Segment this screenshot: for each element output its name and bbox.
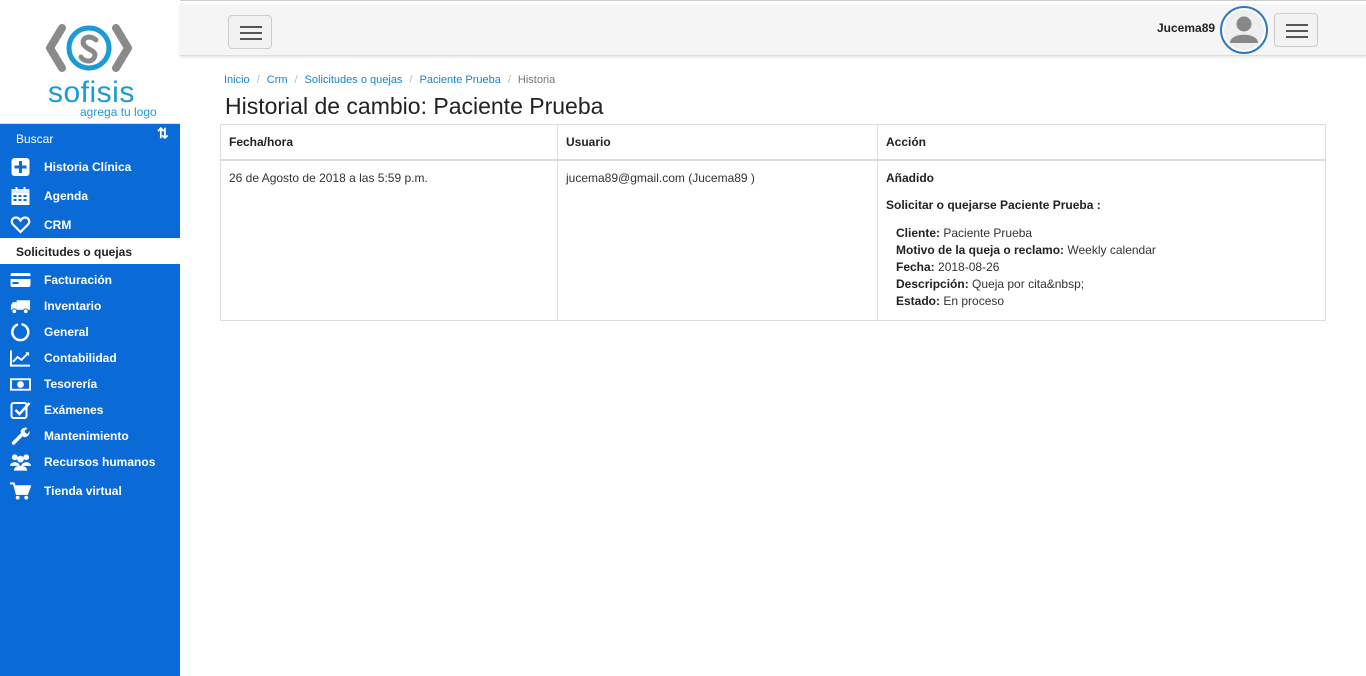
sidebar-item-recursos-humanos[interactable]: Recursos humanos bbox=[0, 449, 180, 475]
page-title: Historial de cambio: Paciente Prueba bbox=[225, 93, 604, 119]
cell-fecha: 26 de Agosto de 2018 a las 5:59 p.m. bbox=[220, 159, 558, 321]
sidebar-item-label: Tienda virtual bbox=[44, 484, 122, 498]
sidebar-item-label: Inventario bbox=[44, 299, 102, 313]
action-field-list: Cliente: Paciente Prueba Motivo de la qu… bbox=[896, 225, 1317, 310]
sidebar-subitem-label: Solicitudes o quejas bbox=[16, 245, 133, 259]
sidebar-item-label: Exámenes bbox=[44, 403, 104, 417]
check-square-icon bbox=[10, 402, 31, 419]
sidebar-item-contabilidad[interactable]: Contabilidad bbox=[0, 345, 180, 371]
sidebar-item-tesoreria[interactable]: Tesorería bbox=[0, 371, 180, 397]
sidebar-item-label: Agenda bbox=[44, 189, 89, 203]
line-chart-icon bbox=[10, 350, 31, 367]
breadcrumb-paciente[interactable]: Paciente Prueba bbox=[420, 74, 501, 86]
money-icon bbox=[10, 378, 31, 391]
avatar[interactable] bbox=[1220, 6, 1268, 54]
history-table: Fecha/hora Usuario Acción 26 de Agosto d… bbox=[220, 124, 1326, 321]
sidebar-item-label: CRM bbox=[44, 218, 72, 232]
action-type: Añadido bbox=[886, 170, 934, 185]
field-value: 2018-08-26 bbox=[938, 259, 1000, 274]
sidebar-item-label: General bbox=[44, 325, 89, 339]
logo-icon bbox=[46, 24, 132, 72]
calendar-icon bbox=[11, 187, 30, 205]
search-label: Buscar bbox=[16, 132, 54, 146]
field-label: Cliente: bbox=[896, 225, 941, 240]
breadcrumb-separator: / bbox=[507, 74, 511, 86]
breadcrumb-current: Historia bbox=[517, 74, 556, 86]
field-value: Queja por cita&nbsp; bbox=[972, 276, 1085, 291]
plus-square-icon bbox=[11, 158, 30, 176]
top-navbar: Jucema89 bbox=[180, 4, 1366, 56]
breadcrumb-crm[interactable]: Crm bbox=[267, 74, 288, 86]
sidebar-item-label: Recursos humanos bbox=[44, 455, 156, 469]
breadcrumb-separator: / bbox=[256, 74, 260, 86]
sidebar-item-label: Tesorería bbox=[44, 377, 98, 391]
field-label: Estado: bbox=[896, 293, 941, 308]
action-subject: Solicitar o quejarse Paciente Prueba : bbox=[886, 197, 1101, 212]
sidebar-item-label: Mantenimiento bbox=[44, 429, 129, 443]
table-header-row: Fecha/hora Usuario Acción bbox=[220, 124, 1326, 161]
field-value: En proceso bbox=[943, 293, 1005, 308]
truck-icon bbox=[10, 300, 31, 315]
sidebar-item-agenda[interactable]: Agenda bbox=[0, 183, 180, 209]
user-avatar-icon bbox=[1224, 10, 1264, 50]
sidebar-item-mantenimiento[interactable]: Mantenimiento bbox=[0, 423, 180, 449]
sidebar-item-general[interactable]: General bbox=[0, 319, 180, 345]
action-field: Estado: En proceso bbox=[896, 293, 1317, 310]
sidebar-toggle-button[interactable] bbox=[228, 15, 272, 49]
shopping-cart-icon bbox=[10, 482, 31, 500]
action-field: Descripción: Queja por cita&nbsp; bbox=[896, 276, 1317, 293]
wrench-icon bbox=[11, 427, 30, 445]
action-field: Fecha: 2018-08-26 bbox=[896, 259, 1317, 276]
sidebar-item-label: Facturación bbox=[44, 273, 113, 287]
heart-icon bbox=[10, 216, 31, 234]
breadcrumb-solicitudes[interactable]: Solicitudes o quejas bbox=[305, 74, 403, 86]
column-header-accion: Acción bbox=[877, 124, 1326, 161]
table-row: 26 de Agosto de 2018 a las 5:59 p.m. juc… bbox=[220, 159, 1326, 321]
field-label: Motivo de la queja o reclamo: bbox=[896, 242, 1065, 257]
sidebar-item-historia-clinica[interactable]: Historia Clínica bbox=[0, 154, 180, 180]
sidebar-item-solicitudes-o-quejas[interactable]: Solicitudes o quejas bbox=[0, 238, 180, 264]
field-label: Descripción: bbox=[896, 276, 969, 291]
users-icon bbox=[10, 454, 31, 471]
sidebar-search[interactable]: Buscar ⇅ bbox=[0, 124, 180, 152]
username[interactable]: Jucema89 bbox=[1157, 21, 1215, 35]
field-value: Weekly calendar bbox=[1067, 242, 1156, 257]
menu-toggle-button[interactable] bbox=[1274, 13, 1318, 47]
logo-subtitle: agrega tu logo bbox=[80, 105, 157, 119]
field-value: Paciente Prueba bbox=[943, 225, 1033, 240]
sidebar-item-tienda-virtual[interactable]: Tienda virtual bbox=[0, 478, 180, 504]
column-header-fecha: Fecha/hora bbox=[220, 124, 558, 161]
cell-usuario: jucema89@gmail.com (Jucema89 ) bbox=[557, 159, 878, 321]
breadcrumb-inicio[interactable]: Inicio bbox=[224, 74, 250, 86]
sidebar-item-examenes[interactable]: Exámenes bbox=[0, 397, 180, 423]
sort-icon[interactable]: ⇅ bbox=[157, 125, 169, 142]
sidebar-item-label: Historia Clínica bbox=[44, 160, 132, 174]
breadcrumb: Inicio / Crm / Solicitudes o quejas / Paciente… bbox=[224, 74, 555, 86]
logo[interactable]: sofisis agrega tu logo bbox=[0, 0, 180, 124]
cell-accion: Añadido Solicitar o quejarse Paciente Pr… bbox=[877, 159, 1326, 321]
sidebar-item-crm[interactable]: CRM bbox=[0, 212, 180, 238]
breadcrumb-separator: / bbox=[294, 74, 298, 86]
column-header-usuario: Usuario bbox=[557, 124, 878, 161]
sidebar-item-label: Contabilidad bbox=[44, 351, 117, 365]
breadcrumb-separator: / bbox=[409, 74, 413, 86]
sidebar-item-facturacion[interactable]: Facturación bbox=[0, 267, 180, 293]
circle-notch-icon bbox=[11, 323, 30, 342]
action-field: Motivo de la queja o reclamo: Weekly cal… bbox=[896, 242, 1317, 259]
credit-card-icon bbox=[10, 273, 31, 287]
sidebar: sofisis agrega tu logo Buscar ⇅ Historia… bbox=[0, 0, 180, 676]
field-label: Fecha: bbox=[896, 259, 935, 274]
sidebar-item-inventario[interactable]: Inventario bbox=[0, 293, 180, 319]
action-field: Cliente: Paciente Prueba bbox=[896, 225, 1317, 242]
